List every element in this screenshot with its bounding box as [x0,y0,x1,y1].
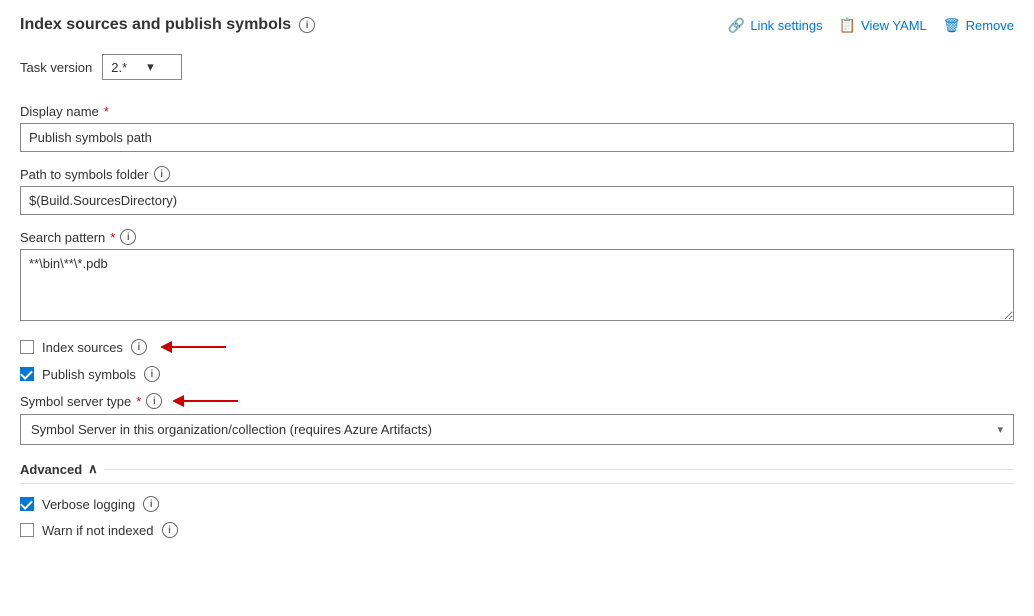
warn-if-not-indexed-checkbox[interactable] [20,523,34,537]
index-sources-row: Index sources i [20,338,1014,356]
search-pattern-label: Search pattern * i [20,229,1014,245]
advanced-divider [104,469,1014,470]
path-info-icon[interactable]: i [154,166,170,182]
header-row: Index sources and publish symbols i 🔗 Li… [20,16,1014,34]
index-sources-label[interactable]: Index sources [42,340,123,355]
advanced-chevron-icon: ∧ [88,461,98,477]
remove-icon: 🗑 [943,17,961,34]
warn-if-not-indexed-label[interactable]: Warn if not indexed [42,523,154,538]
view-yaml-button[interactable]: 📋 View YAML [839,17,927,34]
publish-symbols-checkbox[interactable] [20,367,34,381]
remove-button[interactable]: 🗑 Remove [943,17,1014,34]
index-sources-info-icon[interactable]: i [131,339,147,355]
symbol-server-arrow [173,392,243,410]
header-left: Index sources and publish symbols i [20,16,315,34]
path-to-symbols-input[interactable] [20,186,1014,215]
red-arrow-svg [161,338,231,356]
task-version-select[interactable]: 2.* ▾ [102,54,182,80]
symbol-server-type-group: Symbol server type * i Symbol Server in … [20,392,1014,445]
link-settings-button[interactable]: 🔗 Link settings [728,17,823,34]
warn-if-not-indexed-row: Warn if not indexed i [20,522,1014,538]
display-name-label: Display name * [20,104,1014,119]
verbose-logging-info-icon[interactable]: i [143,496,159,512]
yaml-icon: 📋 [839,17,856,34]
symbol-server-type-label: Symbol server type * i [20,392,1014,410]
verbose-logging-row: Verbose logging i [20,496,1014,512]
path-to-symbols-label: Path to symbols folder i [20,166,1014,182]
symbol-server-info-icon[interactable]: i [146,393,162,409]
header-actions: 🔗 Link settings 📋 View YAML 🗑 Remove [728,17,1014,34]
symbol-server-chevron-icon: ▾ [997,423,1003,436]
warn-not-indexed-info-icon[interactable]: i [162,522,178,538]
verbose-logging-checkbox[interactable] [20,497,34,511]
verbose-logging-label[interactable]: Verbose logging [42,497,135,512]
title-info-icon[interactable]: i [299,17,315,33]
task-version-row: Task version 2.* ▾ [20,54,1014,80]
task-version-chevron: ▾ [147,59,154,75]
page-title: Index sources and publish symbols [20,16,291,34]
search-pattern-group: Search pattern * i **\bin\**\*.pdb [20,229,1014,324]
publish-symbols-row: Publish symbols i [20,366,1014,382]
symbol-server-type-dropdown[interactable]: Symbol Server in this organization/colle… [20,414,1014,445]
path-to-symbols-group: Path to symbols folder i [20,166,1014,215]
display-name-input[interactable] [20,123,1014,152]
publish-symbols-label[interactable]: Publish symbols [42,367,136,382]
link-icon: 🔗 [728,17,745,34]
task-version-value: 2.* [111,60,127,75]
search-pattern-textarea[interactable]: **\bin\**\*.pdb [20,249,1014,321]
index-sources-checkbox[interactable] [20,340,34,354]
index-sources-arrow [161,338,231,356]
task-version-label: Task version [20,60,92,75]
symbol-server-arrow-svg [173,392,243,410]
display-name-group: Display name * [20,104,1014,152]
publish-symbols-info-icon[interactable]: i [144,366,160,382]
advanced-section: Advanced ∧ Verbose logging i Warn if not… [20,461,1014,538]
advanced-header[interactable]: Advanced ∧ [20,461,1014,484]
search-pattern-info-icon[interactable]: i [120,229,136,245]
